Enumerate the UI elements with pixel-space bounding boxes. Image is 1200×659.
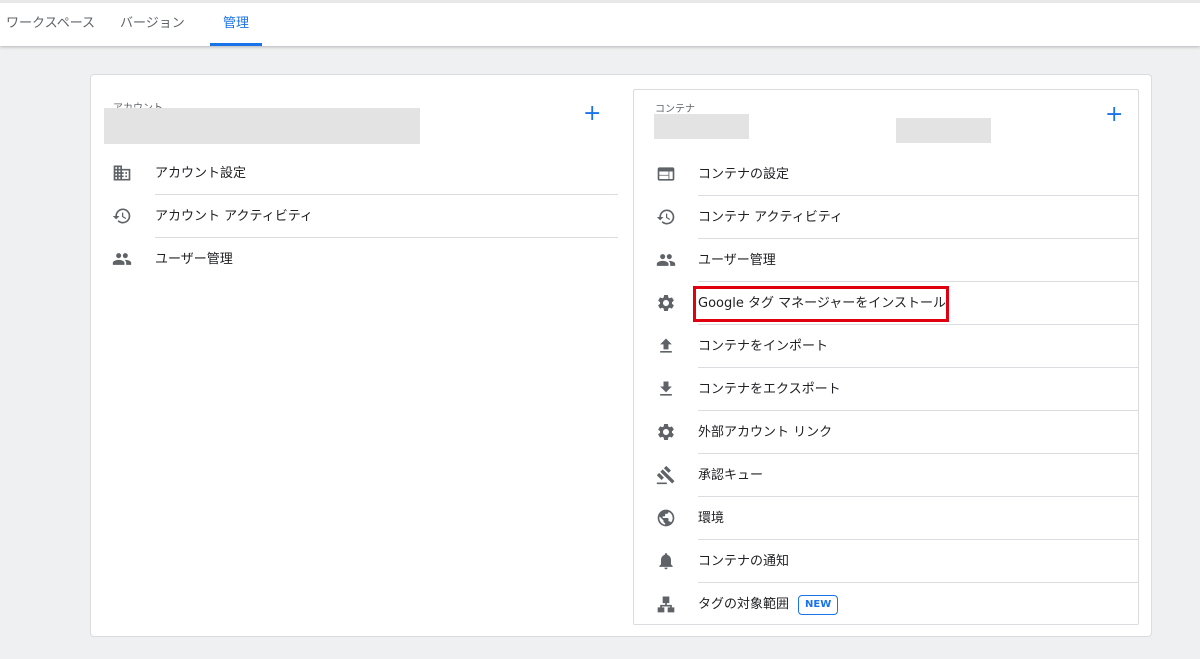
container-panel: コンテナ + コンテナの設定 コンテナ アクティビティ ユーザー管理 Googl… <box>633 89 1139 625</box>
container-notifications-label: コンテナの通知 <box>698 554 790 569</box>
environments-label: 環境 <box>698 511 725 526</box>
top-nav-bar: ワークスペース バージョン 管理 <box>0 0 1200 46</box>
container-notifications-item[interactable]: コンテナの通知 <box>634 540 1138 583</box>
account-user-management-label: ユーザー管理 <box>155 252 233 267</box>
container-settings-label: コンテナの設定 <box>698 167 790 182</box>
import-container-label: コンテナをインポート <box>698 339 829 354</box>
tab-workspace[interactable]: ワークスペース <box>6 3 95 46</box>
add-account-plus-icon[interactable]: + <box>583 103 601 125</box>
active-tab-indicator <box>210 43 262 46</box>
history-icon <box>656 209 675 225</box>
upload-icon <box>660 338 672 353</box>
download-icon <box>660 381 672 396</box>
export-container-label: コンテナをエクスポート <box>698 382 841 397</box>
tab-admin[interactable]: 管理 <box>223 3 249 46</box>
gear-icon <box>658 295 674 311</box>
approval-queue-label: 承認キュー <box>698 468 764 483</box>
new-badge: NEW <box>798 595 839 615</box>
tag-coverage-item[interactable]: タグの対象範囲 NEW <box>634 583 1138 626</box>
import-container-item[interactable]: コンテナをインポート <box>634 325 1138 368</box>
export-container-item[interactable]: コンテナをエクスポート <box>634 368 1138 411</box>
tab-versions[interactable]: バージョン <box>120 3 185 46</box>
container-name-redacted <box>654 114 749 139</box>
account-name-redacted <box>104 108 420 144</box>
web-window-icon <box>657 167 675 181</box>
container-id-redacted <box>896 118 991 143</box>
account-activity-label: アカウント アクティビティ <box>155 209 313 224</box>
account-user-management-item[interactable]: ユーザー管理 <box>91 238 631 281</box>
hierarchy-icon <box>657 596 675 613</box>
container-activity-item[interactable]: コンテナ アクティビティ <box>634 196 1138 239</box>
environments-item[interactable]: 環境 <box>634 497 1138 540</box>
add-container-plus-icon[interactable]: + <box>1105 104 1123 126</box>
container-settings-item[interactable]: コンテナの設定 <box>634 153 1138 196</box>
bell-icon <box>659 553 673 570</box>
container-activity-label: コンテナ アクティビティ <box>698 210 843 225</box>
container-user-management-item[interactable]: ユーザー管理 <box>634 239 1138 282</box>
globe-icon <box>657 509 675 527</box>
account-settings-label: アカウント設定 <box>155 166 247 181</box>
account-settings-item[interactable]: アカウント設定 <box>91 152 631 195</box>
account-panel: アカウント + アカウント設定 アカウント アクティビティ ユーザー管理 <box>91 75 631 635</box>
building-icon <box>113 165 131 181</box>
account-activity-item[interactable]: アカウント アクティビティ <box>91 195 631 238</box>
external-account-links-item[interactable]: 外部アカウント リンク <box>634 411 1138 454</box>
gear-icon <box>658 424 674 440</box>
external-account-links-label: 外部アカウント リンク <box>698 425 833 440</box>
container-section-label: コンテナ <box>655 104 695 115</box>
container-user-management-label: ユーザー管理 <box>698 253 776 268</box>
approval-queue-item[interactable]: 承認キュー <box>634 454 1138 497</box>
people-icon <box>656 254 676 266</box>
tag-coverage-label: タグの対象範囲 <box>698 597 790 612</box>
gavel-icon <box>656 465 675 485</box>
people-icon <box>112 253 132 265</box>
install-gtm-label: Google タグ マネージャーをインストール <box>698 296 946 311</box>
history-icon <box>112 208 131 224</box>
install-gtm-item[interactable]: Google タグ マネージャーをインストール <box>634 282 1138 325</box>
admin-card: アカウント + アカウント設定 アカウント アクティビティ ユーザー管理 コンテ… <box>90 74 1152 637</box>
